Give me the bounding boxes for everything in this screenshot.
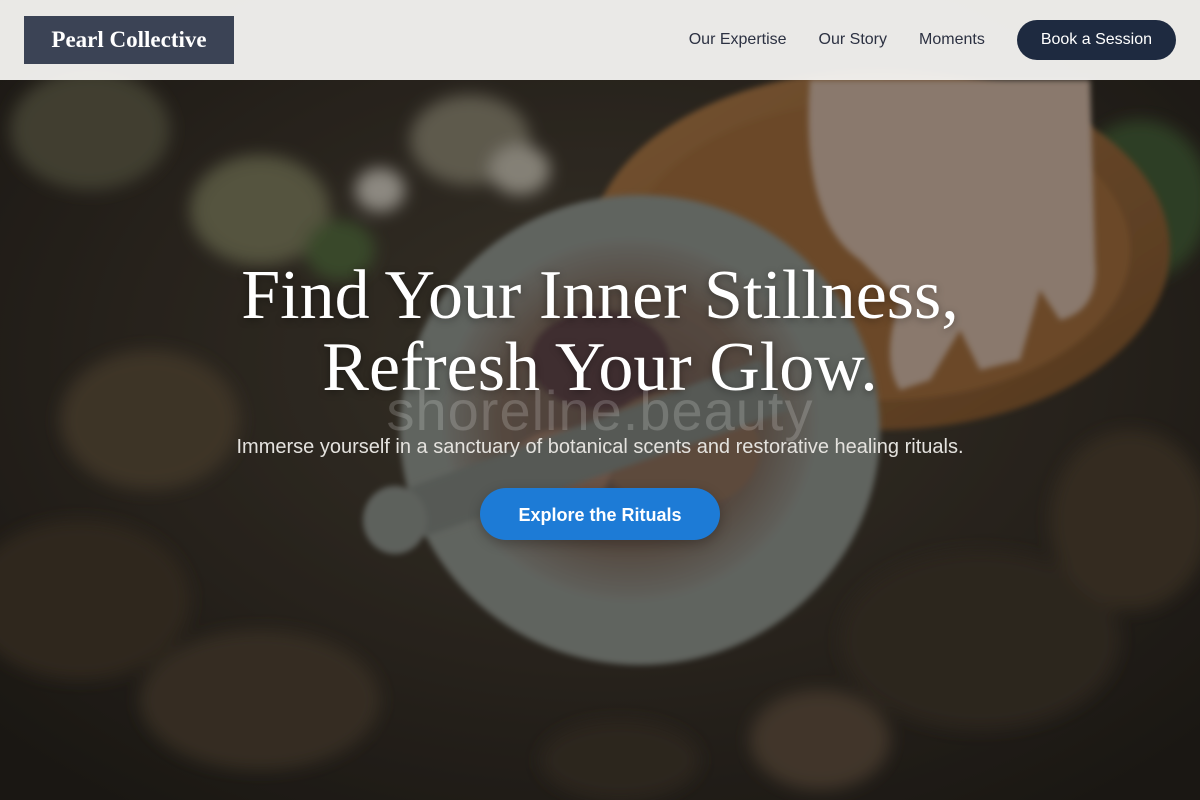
nav-link-our-story[interactable]: Our Story — [819, 31, 887, 49]
nav-link-moments[interactable]: Moments — [919, 31, 985, 49]
explore-rituals-button[interactable]: Explore the Rituals — [480, 488, 720, 540]
landing-page: Pearl Collective Our Expertise Our Story… — [0, 0, 1200, 800]
hero-title-line-2: Refresh Your Glow. — [322, 329, 878, 406]
brand-logo[interactable]: Pearl Collective — [24, 16, 234, 64]
hero-section: shoreline.beauty Find Your Inner Stillne… — [0, 260, 1200, 540]
hero-subtitle: Immerse yourself in a sanctuary of botan… — [236, 436, 964, 458]
nav-link-our-expertise[interactable]: Our Expertise — [689, 31, 787, 49]
main-nav: Our Expertise Our Story Moments Book a S… — [689, 20, 1176, 60]
book-session-button[interactable]: Book a Session — [1016, 20, 1176, 60]
hero-title: Find Your Inner Stillness, Refresh Your … — [150, 260, 1050, 404]
hero-title-line-1: Find Your Inner Stillness, — [241, 257, 959, 334]
site-header: Pearl Collective Our Expertise Our Story… — [0, 0, 1200, 80]
